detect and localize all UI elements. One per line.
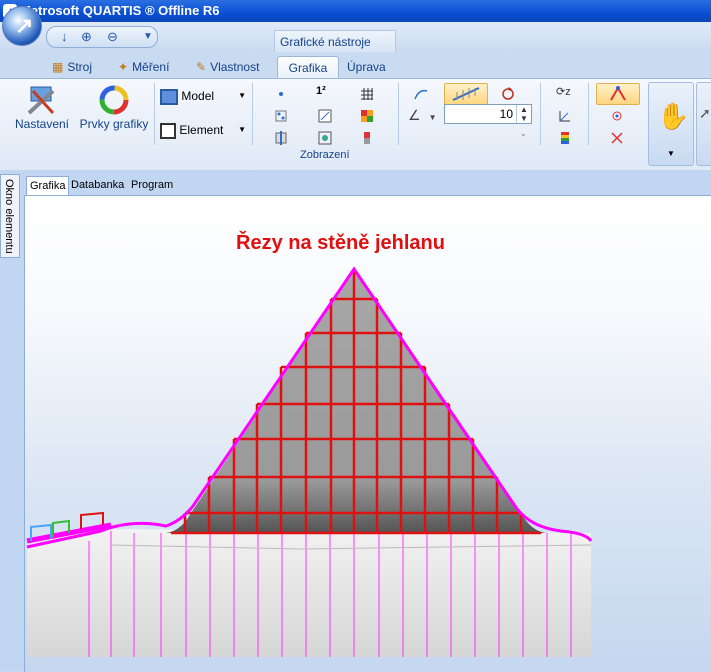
title-bar: ◔ Metrosoft QUARTIS ® Offline R6	[0, 0, 711, 22]
separator	[398, 83, 399, 145]
tab-vlastnost[interactable]: ✎ Vlastnost	[192, 56, 263, 78]
deviation-toggle[interactable]	[596, 83, 640, 105]
angle-dropdown[interactable]: ∠ ▼	[408, 107, 436, 124]
density-spinbox[interactable]: 10 ▲ ▼	[444, 104, 532, 124]
extra-tool-button[interactable]: ➚	[696, 82, 711, 166]
doc-tab-grafika[interactable]: Grafika	[26, 176, 70, 195]
section-lines-icon	[452, 87, 480, 101]
group-label-zobrazeni: Zobrazení	[300, 149, 350, 161]
quick-access-toolbar: ↓ ⊕ ⊖ ▼	[46, 26, 158, 48]
color-scale-icon[interactable]	[558, 131, 572, 145]
color-ring-icon	[99, 85, 129, 115]
separator	[252, 83, 253, 145]
tab-grafika[interactable]: Grafika	[277, 56, 339, 79]
separator	[154, 83, 155, 145]
points-cloud-icon[interactable]	[274, 109, 288, 123]
color-probe-icon[interactable]	[360, 131, 374, 145]
chevron-down-icon: ▼	[238, 125, 246, 134]
orb-logo-icon: ↗	[15, 13, 34, 38]
deviation-points-icon[interactable]	[610, 109, 624, 123]
element-dropdown[interactable]: Element ▼	[160, 123, 246, 139]
doc-tab-databanka[interactable]: Databanka	[68, 176, 127, 194]
pointer-icon: ➚	[699, 105, 711, 121]
deviation-cross-icon[interactable]	[610, 131, 624, 145]
property-icon: ✎	[196, 60, 207, 74]
probe-icon[interactable]	[274, 131, 288, 145]
canvas-caption: Řezy na stěně jehlanu	[236, 232, 445, 254]
quick-access-row: ↓ ⊕ ⊖ ▼ Grafické nástroje	[0, 22, 711, 53]
pyramid-scene[interactable]	[25, 196, 711, 672]
numbering-icon[interactable]: 1²	[316, 85, 326, 97]
measure-icon: ✦	[118, 60, 129, 74]
settings-icon	[27, 86, 55, 115]
base-contour-lines	[88, 531, 572, 657]
label-icon[interactable]	[318, 131, 332, 145]
pan-tool-button[interactable]: ✋ ▼	[648, 82, 694, 166]
zoom-out-icon[interactable]: ⊖	[107, 29, 118, 45]
graphic-elements-button[interactable]: Prvky grafiky	[78, 83, 150, 131]
xyz-icon[interactable]: ⟳z	[556, 85, 571, 98]
chevron-down-icon: ▼	[238, 91, 246, 100]
angle-icon: ∠	[408, 107, 421, 123]
chevron-down-icon: ▼	[428, 113, 437, 122]
color-map-icon[interactable]	[360, 109, 374, 123]
spin-up-down-icon[interactable]: ▲ ▼	[516, 105, 531, 123]
more-options-icon[interactable]: ⌄	[520, 129, 527, 138]
grid-icon[interactable]	[360, 87, 374, 101]
settings-button[interactable]: Nastavení	[14, 83, 70, 131]
tab-mereni[interactable]: ✦ Měření	[114, 56, 173, 78]
hand-icon: ✋	[657, 101, 690, 131]
ribbon-panel: Nastavení Prvky grafiky Model ▼ Element …	[0, 78, 711, 172]
context-tab-graphic-tools: Grafické nástroje	[274, 30, 396, 53]
curve-icon[interactable]	[414, 87, 428, 101]
graphics-canvas[interactable]	[24, 195, 711, 672]
tab-stroj[interactable]: ▦ Stroj	[48, 56, 96, 78]
model-cube-icon	[160, 89, 178, 105]
qat-menu-icon[interactable]: ▼	[143, 31, 153, 42]
separator	[540, 83, 541, 145]
element-window-tab[interactable]: Okno elementu	[0, 174, 20, 258]
tab-uprava[interactable]: Úprava	[343, 56, 390, 78]
point-icon[interactable]	[274, 87, 288, 101]
application-orb-button[interactable]: ↗	[2, 6, 42, 46]
base-block	[27, 529, 591, 657]
chevron-down-icon: ▼	[667, 149, 675, 158]
pyramid-face	[166, 269, 546, 533]
section-lines-toggle[interactable]	[444, 83, 488, 105]
model-dropdown[interactable]: Model ▼	[160, 89, 246, 105]
doc-tab-program[interactable]: Program	[128, 176, 176, 194]
machine-icon: ▦	[52, 60, 64, 74]
rotation-icon[interactable]	[500, 85, 516, 101]
ribbon-tab-row: ▦ Stroj ✦ Měření ✎ Vlastnost Grafika Úprava	[0, 52, 711, 79]
deviation-icon	[610, 86, 626, 101]
separator	[588, 83, 589, 145]
tolerance-icon[interactable]	[318, 109, 332, 123]
window-title: Metrosoft QUARTIS ® Offline R6	[20, 3, 220, 18]
axes-icon[interactable]	[558, 109, 572, 123]
undo-icon[interactable]: ↓	[61, 29, 68, 44]
zoom-in-icon[interactable]: ⊕	[81, 29, 92, 45]
element-cube-icon	[160, 123, 176, 139]
